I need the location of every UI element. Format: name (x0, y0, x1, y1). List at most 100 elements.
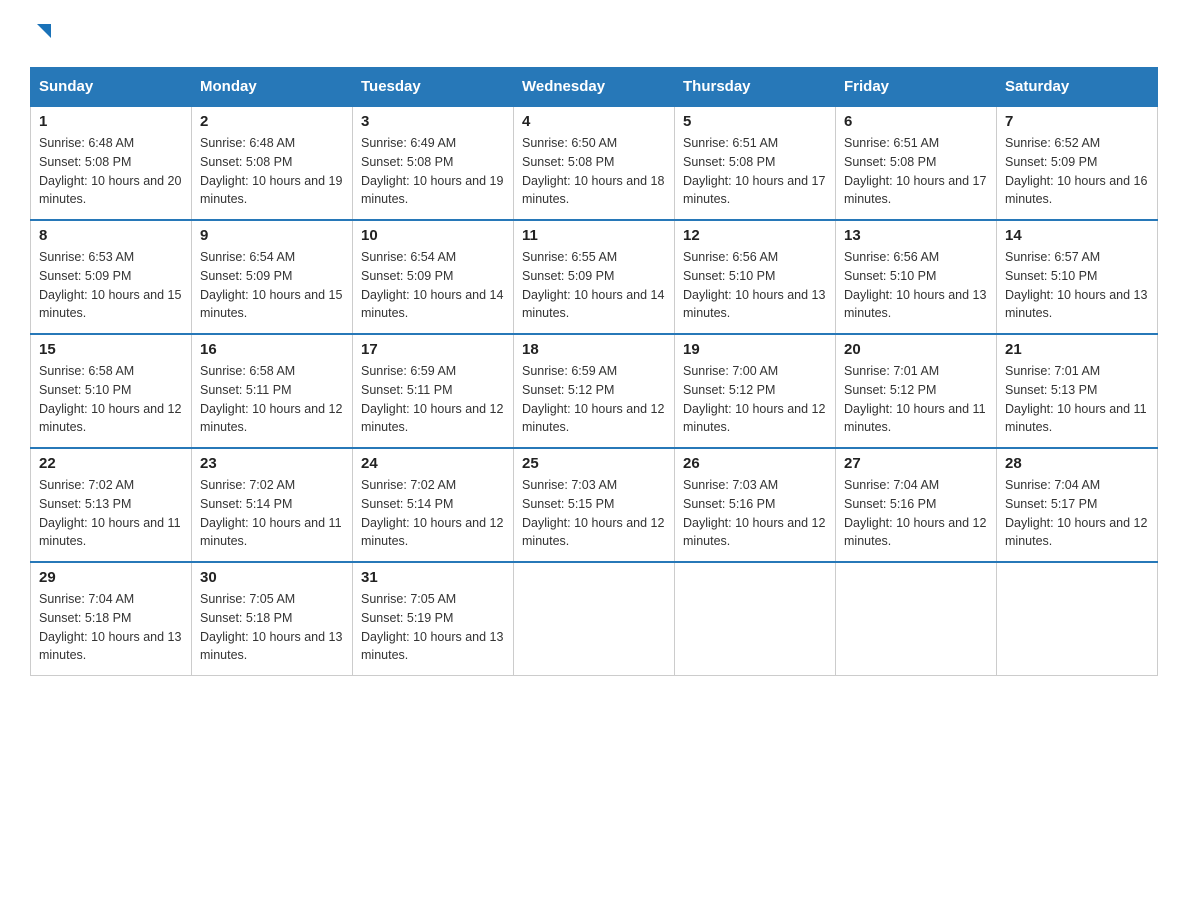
calendar-day-cell: 8 Sunrise: 6:53 AM Sunset: 5:09 PM Dayli… (31, 220, 192, 334)
day-number: 17 (361, 341, 505, 358)
weekday-header-monday: Monday (192, 68, 353, 107)
day-info: Sunrise: 6:56 AM Sunset: 5:10 PM Dayligh… (683, 248, 827, 323)
day-number: 24 (361, 455, 505, 472)
calendar-week-row: 22 Sunrise: 7:02 AM Sunset: 5:13 PM Dayl… (31, 448, 1158, 562)
day-number: 21 (1005, 341, 1149, 358)
calendar-day-cell: 14 Sunrise: 6:57 AM Sunset: 5:10 PM Dayl… (997, 220, 1158, 334)
day-info: Sunrise: 6:53 AM Sunset: 5:09 PM Dayligh… (39, 248, 183, 323)
calendar-day-cell: 13 Sunrise: 6:56 AM Sunset: 5:10 PM Dayl… (836, 220, 997, 334)
day-number: 1 (39, 113, 183, 130)
calendar-day-cell: 20 Sunrise: 7:01 AM Sunset: 5:12 PM Dayl… (836, 334, 997, 448)
day-number: 26 (683, 455, 827, 472)
day-info: Sunrise: 6:57 AM Sunset: 5:10 PM Dayligh… (1005, 248, 1149, 323)
day-number: 20 (844, 341, 988, 358)
calendar-day-cell: 19 Sunrise: 7:00 AM Sunset: 5:12 PM Dayl… (675, 334, 836, 448)
day-number: 30 (200, 569, 344, 586)
calendar-day-cell: 25 Sunrise: 7:03 AM Sunset: 5:15 PM Dayl… (514, 448, 675, 562)
calendar-day-cell: 22 Sunrise: 7:02 AM Sunset: 5:13 PM Dayl… (31, 448, 192, 562)
day-info: Sunrise: 7:03 AM Sunset: 5:15 PM Dayligh… (522, 476, 666, 551)
calendar-table: SundayMondayTuesdayWednesdayThursdayFrid… (30, 67, 1158, 676)
calendar-day-cell: 17 Sunrise: 6:59 AM Sunset: 5:11 PM Dayl… (353, 334, 514, 448)
day-number: 3 (361, 113, 505, 130)
day-info: Sunrise: 6:49 AM Sunset: 5:08 PM Dayligh… (361, 134, 505, 209)
day-info: Sunrise: 7:01 AM Sunset: 5:13 PM Dayligh… (1005, 362, 1149, 437)
day-number: 13 (844, 227, 988, 244)
calendar-day-cell: 24 Sunrise: 7:02 AM Sunset: 5:14 PM Dayl… (353, 448, 514, 562)
calendar-day-cell (997, 562, 1158, 676)
day-info: Sunrise: 6:55 AM Sunset: 5:09 PM Dayligh… (522, 248, 666, 323)
day-info: Sunrise: 6:58 AM Sunset: 5:11 PM Dayligh… (200, 362, 344, 437)
calendar-day-cell: 28 Sunrise: 7:04 AM Sunset: 5:17 PM Dayl… (997, 448, 1158, 562)
day-number: 27 (844, 455, 988, 472)
weekday-header-thursday: Thursday (675, 68, 836, 107)
calendar-day-cell: 9 Sunrise: 6:54 AM Sunset: 5:09 PM Dayli… (192, 220, 353, 334)
calendar-day-cell (836, 562, 997, 676)
day-number: 11 (522, 227, 666, 244)
calendar-day-cell: 21 Sunrise: 7:01 AM Sunset: 5:13 PM Dayl… (997, 334, 1158, 448)
day-number: 8 (39, 227, 183, 244)
calendar-day-cell: 11 Sunrise: 6:55 AM Sunset: 5:09 PM Dayl… (514, 220, 675, 334)
weekday-header-friday: Friday (836, 68, 997, 107)
calendar-day-cell: 5 Sunrise: 6:51 AM Sunset: 5:08 PM Dayli… (675, 106, 836, 220)
calendar-day-cell: 2 Sunrise: 6:48 AM Sunset: 5:08 PM Dayli… (192, 106, 353, 220)
day-number: 16 (200, 341, 344, 358)
calendar-day-cell: 26 Sunrise: 7:03 AM Sunset: 5:16 PM Dayl… (675, 448, 836, 562)
day-number: 12 (683, 227, 827, 244)
day-info: Sunrise: 6:59 AM Sunset: 5:11 PM Dayligh… (361, 362, 505, 437)
calendar-week-row: 8 Sunrise: 6:53 AM Sunset: 5:09 PM Dayli… (31, 220, 1158, 334)
calendar-day-cell: 30 Sunrise: 7:05 AM Sunset: 5:18 PM Dayl… (192, 562, 353, 676)
day-number: 31 (361, 569, 505, 586)
logo-arrow-icon (33, 20, 55, 47)
day-info: Sunrise: 7:05 AM Sunset: 5:19 PM Dayligh… (361, 590, 505, 665)
day-number: 4 (522, 113, 666, 130)
day-info: Sunrise: 7:04 AM Sunset: 5:17 PM Dayligh… (1005, 476, 1149, 551)
weekday-header-saturday: Saturday (997, 68, 1158, 107)
calendar-day-cell: 6 Sunrise: 6:51 AM Sunset: 5:08 PM Dayli… (836, 106, 997, 220)
day-info: Sunrise: 6:48 AM Sunset: 5:08 PM Dayligh… (200, 134, 344, 209)
day-number: 9 (200, 227, 344, 244)
calendar-day-cell: 23 Sunrise: 7:02 AM Sunset: 5:14 PM Dayl… (192, 448, 353, 562)
calendar-day-cell (675, 562, 836, 676)
calendar-day-cell: 16 Sunrise: 6:58 AM Sunset: 5:11 PM Dayl… (192, 334, 353, 448)
day-info: Sunrise: 6:51 AM Sunset: 5:08 PM Dayligh… (844, 134, 988, 209)
page-header (30, 20, 1158, 47)
day-number: 10 (361, 227, 505, 244)
calendar-day-cell: 10 Sunrise: 6:54 AM Sunset: 5:09 PM Dayl… (353, 220, 514, 334)
day-info: Sunrise: 7:04 AM Sunset: 5:18 PM Dayligh… (39, 590, 183, 665)
day-number: 6 (844, 113, 988, 130)
day-number: 22 (39, 455, 183, 472)
calendar-header-row: SundayMondayTuesdayWednesdayThursdayFrid… (31, 68, 1158, 107)
day-number: 28 (1005, 455, 1149, 472)
calendar-day-cell: 31 Sunrise: 7:05 AM Sunset: 5:19 PM Dayl… (353, 562, 514, 676)
calendar-day-cell: 3 Sunrise: 6:49 AM Sunset: 5:08 PM Dayli… (353, 106, 514, 220)
calendar-day-cell: 7 Sunrise: 6:52 AM Sunset: 5:09 PM Dayli… (997, 106, 1158, 220)
day-info: Sunrise: 6:56 AM Sunset: 5:10 PM Dayligh… (844, 248, 988, 323)
calendar-day-cell: 1 Sunrise: 6:48 AM Sunset: 5:08 PM Dayli… (31, 106, 192, 220)
weekday-header-sunday: Sunday (31, 68, 192, 107)
day-info: Sunrise: 6:59 AM Sunset: 5:12 PM Dayligh… (522, 362, 666, 437)
day-info: Sunrise: 7:04 AM Sunset: 5:16 PM Dayligh… (844, 476, 988, 551)
day-number: 29 (39, 569, 183, 586)
day-number: 23 (200, 455, 344, 472)
calendar-day-cell: 4 Sunrise: 6:50 AM Sunset: 5:08 PM Dayli… (514, 106, 675, 220)
day-info: Sunrise: 7:03 AM Sunset: 5:16 PM Dayligh… (683, 476, 827, 551)
day-info: Sunrise: 7:00 AM Sunset: 5:12 PM Dayligh… (683, 362, 827, 437)
calendar-week-row: 1 Sunrise: 6:48 AM Sunset: 5:08 PM Dayli… (31, 106, 1158, 220)
day-info: Sunrise: 6:50 AM Sunset: 5:08 PM Dayligh… (522, 134, 666, 209)
calendar-day-cell: 12 Sunrise: 6:56 AM Sunset: 5:10 PM Dayl… (675, 220, 836, 334)
calendar-week-row: 29 Sunrise: 7:04 AM Sunset: 5:18 PM Dayl… (31, 562, 1158, 676)
day-info: Sunrise: 6:52 AM Sunset: 5:09 PM Dayligh… (1005, 134, 1149, 209)
calendar-day-cell: 29 Sunrise: 7:04 AM Sunset: 5:18 PM Dayl… (31, 562, 192, 676)
calendar-day-cell (514, 562, 675, 676)
day-number: 25 (522, 455, 666, 472)
calendar-day-cell: 15 Sunrise: 6:58 AM Sunset: 5:10 PM Dayl… (31, 334, 192, 448)
weekday-header-tuesday: Tuesday (353, 68, 514, 107)
day-info: Sunrise: 7:02 AM Sunset: 5:13 PM Dayligh… (39, 476, 183, 551)
day-info: Sunrise: 6:58 AM Sunset: 5:10 PM Dayligh… (39, 362, 183, 437)
day-number: 19 (683, 341, 827, 358)
day-info: Sunrise: 7:01 AM Sunset: 5:12 PM Dayligh… (844, 362, 988, 437)
day-number: 2 (200, 113, 344, 130)
day-info: Sunrise: 6:54 AM Sunset: 5:09 PM Dayligh… (361, 248, 505, 323)
day-info: Sunrise: 7:02 AM Sunset: 5:14 PM Dayligh… (200, 476, 344, 551)
calendar-day-cell: 27 Sunrise: 7:04 AM Sunset: 5:16 PM Dayl… (836, 448, 997, 562)
